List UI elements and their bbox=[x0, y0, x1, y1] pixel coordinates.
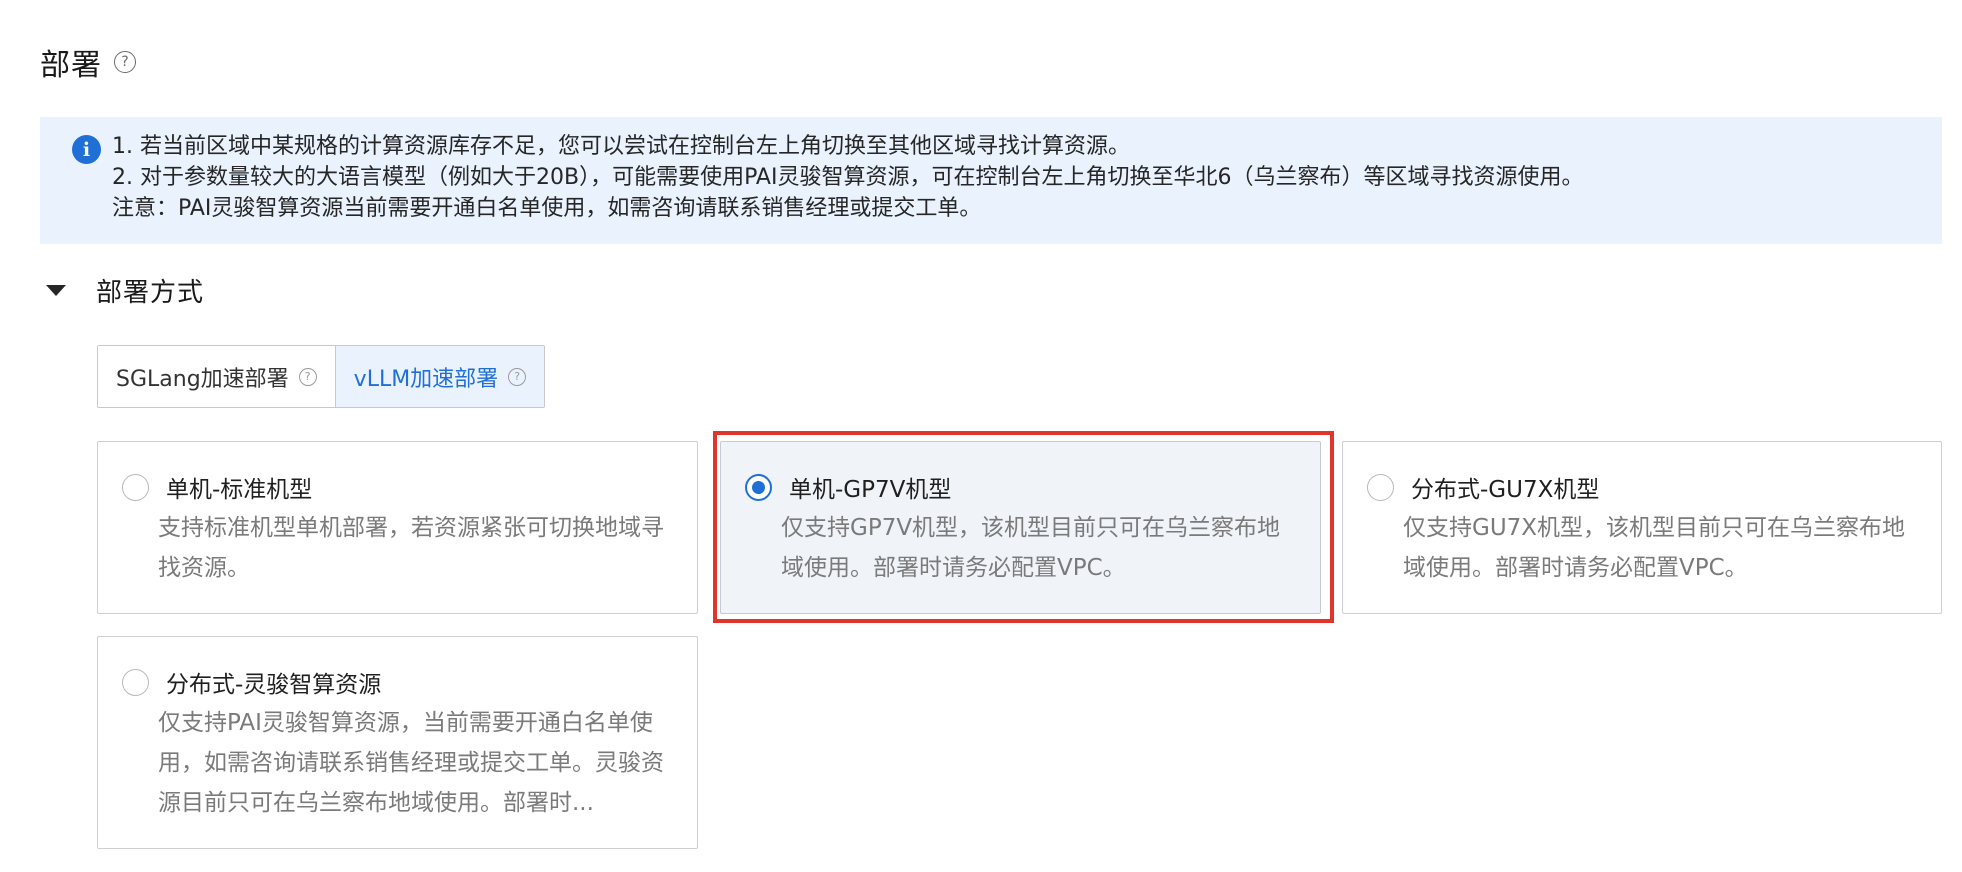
info-banner: i 1. 若当前区域中某规格的计算资源库存不足，您可以尝试在控制台左上角切换至其… bbox=[40, 117, 1942, 244]
option-title: 单机-GP7V机型 bbox=[789, 477, 952, 503]
option-title: 单机-标准机型 bbox=[166, 477, 313, 503]
option-desc: 仅支持PAI灵骏智算资源，当前需要开通白名单使用，如需咨询请联系销售经理或提交工… bbox=[158, 710, 664, 816]
tab-sglang-label: SGLang加速部署 bbox=[116, 366, 289, 392]
radio-standard[interactable] bbox=[122, 474, 149, 501]
radio-gu7x[interactable] bbox=[1367, 474, 1394, 501]
info-circle-icon: i bbox=[72, 135, 101, 164]
tab-sglang[interactable]: SGLang加速部署 ? bbox=[98, 346, 335, 407]
help-circle-icon[interactable]: ? bbox=[298, 367, 317, 386]
deploy-method-title: 部署方式 bbox=[96, 277, 205, 308]
section-header: 部署 ? bbox=[40, 38, 136, 86]
caret-down-icon[interactable] bbox=[46, 284, 66, 296]
info-line-3: 注意：PAI灵骏智算资源当前需要开通白名单使用，如需咨询请联系销售经理或提交工单… bbox=[112, 196, 982, 221]
option-card-standard[interactable]: 单机-标准机型 支持标准机型单机部署，若资源紧张可切换地域寻找资源。 bbox=[97, 441, 698, 614]
deploy-engine-tabs: SGLang加速部署 ? vLLM加速部署 ? bbox=[97, 345, 546, 408]
info-lines: 1. 若当前区域中某规格的计算资源库存不足，您可以尝试在控制台左上角切换至其他区… bbox=[112, 131, 1583, 224]
option-desc: 仅支持GU7X机型，该机型目前只可在乌兰察布地域使用。部署时请务必配置VPC。 bbox=[1403, 515, 1906, 581]
info-line-1: 1. 若当前区域中某规格的计算资源库存不足，您可以尝试在控制台左上角切换至其他区… bbox=[112, 134, 1130, 159]
page-title: 部署 bbox=[40, 48, 102, 83]
tab-vllm[interactable]: vLLM加速部署 ? bbox=[334, 346, 545, 407]
radio-lingjun[interactable] bbox=[122, 669, 149, 696]
help-circle-icon[interactable]: ? bbox=[508, 367, 527, 386]
option-title: 分布式-GU7X机型 bbox=[1411, 477, 1600, 503]
deploy-method-header[interactable]: 部署方式 bbox=[46, 270, 204, 310]
option-desc: 仅支持GP7V机型，该机型目前只可在乌兰察布地域使用。部署时请务必配置VPC。 bbox=[781, 515, 1281, 581]
option-desc: 支持标准机型单机部署，若资源紧张可切换地域寻找资源。 bbox=[158, 515, 664, 581]
option-title: 分布式-灵骏智算资源 bbox=[166, 672, 382, 698]
option-card-lingjun[interactable]: 分布式-灵骏智算资源 仅支持PAI灵骏智算资源，当前需要开通白名单使用，如需咨询… bbox=[97, 636, 698, 849]
option-card-gu7x[interactable]: 分布式-GU7X机型 仅支持GU7X机型，该机型目前只可在乌兰察布地域使用。部署… bbox=[1342, 441, 1942, 614]
tab-vllm-label: vLLM加速部署 bbox=[353, 366, 499, 392]
radio-gp7v[interactable] bbox=[745, 474, 772, 501]
option-card-gp7v[interactable]: 单机-GP7V机型 仅支持GP7V机型，该机型目前只可在乌兰察布地域使用。部署时… bbox=[720, 441, 1321, 614]
help-circle-icon[interactable]: ? bbox=[114, 51, 136, 73]
info-line-2: 2. 对于参数量较大的大语言模型（例如大于20B），可能需要使用PAI灵骏智算资… bbox=[112, 165, 1584, 190]
